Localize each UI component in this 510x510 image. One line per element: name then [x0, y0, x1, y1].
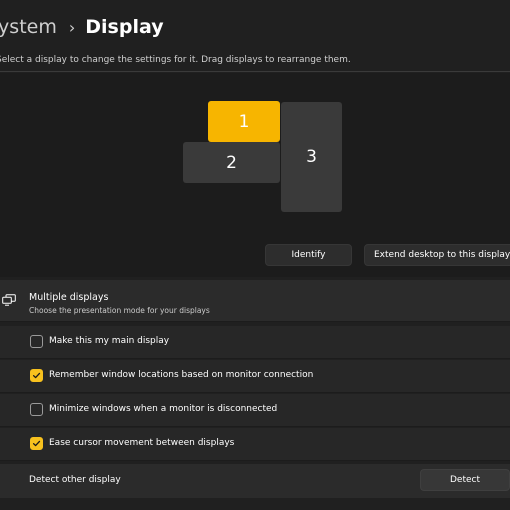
- display-mode-selected: Extend desktop to this display: [374, 250, 510, 260]
- option-label: Ease cursor movement between displays: [49, 438, 235, 448]
- option-row-main-display[interactable]: Make this my main display: [0, 326, 510, 359]
- chevron-right-icon: ›: [68, 17, 76, 37]
- checkmark-icon: [32, 440, 41, 447]
- detect-label: Detect other display: [29, 475, 121, 485]
- display-arrangement-area: 1 2 3 Identify Extend desktop to this di…: [0, 73, 510, 277]
- option-row-ease-cursor[interactable]: Ease cursor movement between displays: [0, 428, 510, 461]
- multiple-displays-icon: [2, 294, 16, 306]
- checkbox-minimize-windows[interactable]: [30, 403, 43, 416]
- multiple-displays-header[interactable]: Multiple displays Choose the presentatio…: [0, 280, 510, 322]
- option-label: Minimize windows when a monitor is disco…: [49, 404, 278, 414]
- section-subtitle: Choose the presentation mode for your di…: [29, 306, 210, 315]
- detect-button[interactable]: Detect: [420, 469, 510, 491]
- section-title: Multiple displays: [29, 292, 109, 303]
- multiple-displays-panel: Multiple displays Choose the presentatio…: [0, 280, 510, 510]
- breadcrumb: System › Display: [0, 16, 164, 38]
- detect-other-display-row: Detect other display Detect: [0, 464, 510, 498]
- display-mode-dropdown[interactable]: Extend desktop to this display ⌄: [364, 244, 510, 266]
- checkbox-remember-locations[interactable]: [30, 369, 43, 382]
- page-header: System › Display Select a display to cha…: [0, 0, 510, 72]
- monitor-3-label: 3: [306, 147, 317, 167]
- monitor-1-label: 1: [238, 111, 250, 132]
- monitor-2[interactable]: 2: [183, 142, 280, 183]
- option-label: Remember window locations based on monit…: [49, 370, 314, 380]
- option-label: Make this my main display: [49, 336, 170, 346]
- option-row-remember-locations[interactable]: Remember window locations based on monit…: [0, 360, 510, 393]
- identify-button[interactable]: Identify: [265, 244, 352, 266]
- option-row-minimize-windows[interactable]: Minimize windows when a monitor is disco…: [0, 394, 510, 427]
- checkmark-icon: [32, 372, 41, 379]
- breadcrumb-parent-system[interactable]: System: [0, 16, 57, 38]
- arrangement-instruction: Select a display to change the settings …: [0, 55, 351, 65]
- monitor-2-label: 2: [226, 152, 237, 173]
- checkbox-ease-cursor[interactable]: [30, 437, 43, 450]
- page-title: Display: [85, 16, 164, 38]
- checkbox-main-display[interactable]: [30, 335, 43, 348]
- monitor-1[interactable]: 1: [208, 101, 280, 142]
- monitor-3[interactable]: 3: [281, 102, 342, 212]
